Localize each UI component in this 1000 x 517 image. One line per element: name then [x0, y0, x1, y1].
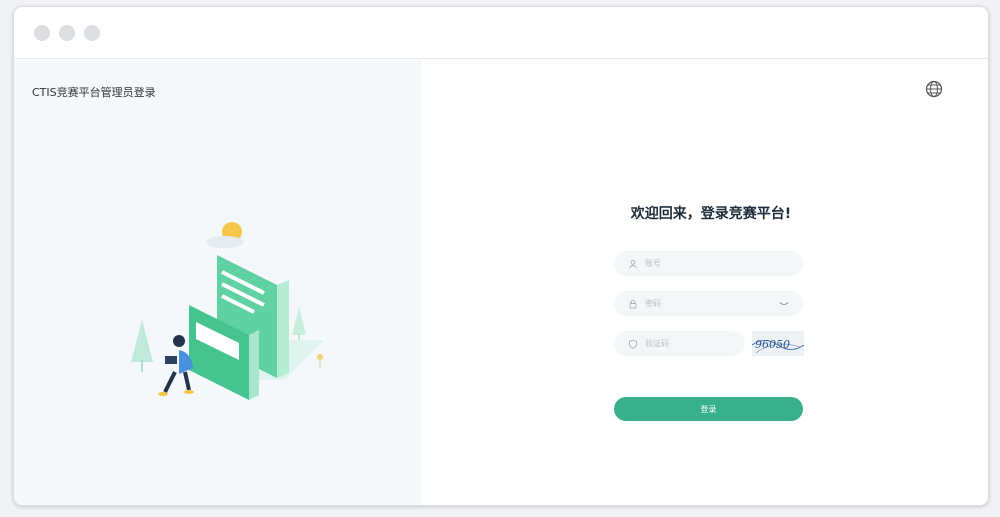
password-input[interactable] [645, 299, 779, 308]
shield-icon [629, 339, 637, 349]
laptop [165, 356, 177, 364]
window-close-dot[interactable] [34, 25, 50, 41]
login-illustration [131, 222, 324, 400]
tree-left [131, 320, 153, 362]
captcha-text: 96050 [755, 338, 790, 351]
login-button[interactable]: 登录 [614, 397, 803, 421]
cloud-shape [206, 236, 244, 248]
captcha-image[interactable]: 96050 [752, 331, 804, 356]
window-maximize-dot[interactable] [84, 25, 100, 41]
username-field[interactable] [614, 251, 803, 276]
tree-right [292, 307, 306, 335]
window-titlebar [14, 7, 988, 59]
lock-icon [629, 299, 637, 308]
welcome-title: 欢迎回来，登录竞赛平台! [630, 206, 792, 222]
browser-window: CTIS竞赛平台管理员登录 欢迎回来，登录竞赛平台! 账号 验证码 96050 … [13, 6, 989, 506]
brand-title: CTIS竞赛平台管理员登录 [32, 86, 156, 99]
user-icon [629, 259, 637, 268]
captcha-input[interactable] [645, 339, 745, 348]
window-minimize-dot[interactable] [59, 25, 75, 41]
person-head [173, 335, 185, 347]
captcha-field[interactable] [614, 331, 745, 356]
illustration-panel: CTIS竞赛平台管理员登录 [14, 60, 422, 505]
username-input[interactable] [645, 259, 803, 268]
login-panel: 欢迎回来，登录竞赛平台! 账号 验证码 96050 登录 [422, 60, 988, 505]
globe-icon[interactable] [925, 80, 943, 98]
password-field[interactable] [614, 291, 803, 316]
eye-closed-icon[interactable] [779, 301, 789, 307]
